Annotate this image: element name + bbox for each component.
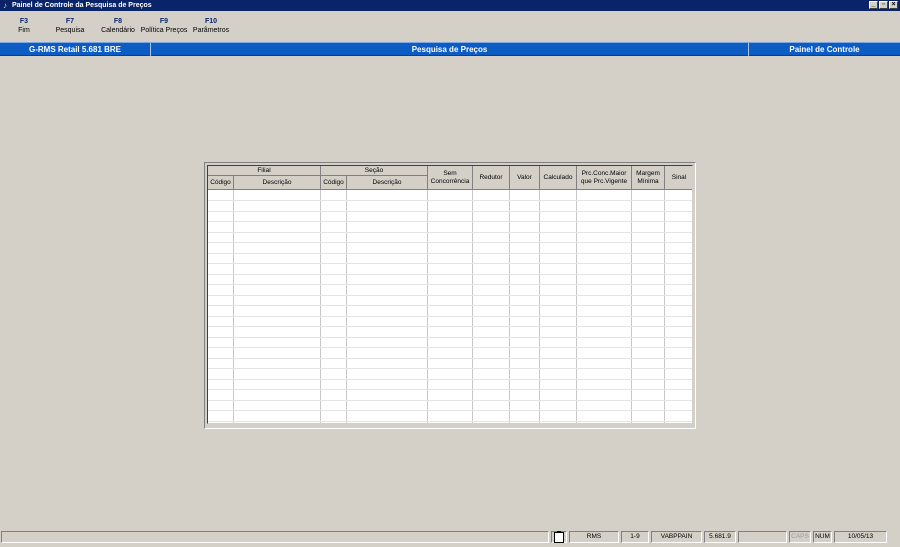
grid-row-line (208, 211, 692, 212)
f8-calendario-button[interactable]: F8 Calendário (97, 17, 139, 36)
fkey-label: Calendário (101, 27, 135, 34)
fkey-code: F7 (65, 18, 75, 25)
header-line: Prc.Conc.Maior (581, 169, 627, 177)
header-line: Margem (636, 169, 660, 177)
close-button[interactable]: × (889, 1, 898, 9)
price-research-grid: Filial Seção Código Descrição Código Des… (204, 162, 696, 429)
grid-row-line (208, 337, 692, 338)
column-header-calculado[interactable]: Calculado (540, 166, 577, 190)
header-line: Concorrência (430, 177, 470, 185)
group-header-filial: Filial (208, 166, 321, 176)
grid-row-line (208, 400, 692, 401)
grid-row-line (208, 389, 692, 390)
grid-row-line (208, 316, 692, 317)
grid-row-line (208, 347, 692, 348)
minimize-button[interactable]: _ (869, 1, 878, 9)
grid-row-line (208, 410, 692, 411)
function-key-toolbar: F3 Fim F7 Pesquisa F8 Calendário F9 Polí… (0, 14, 900, 40)
status-num: NUM (813, 531, 832, 543)
module-title: Painel de Controle (789, 45, 860, 54)
grid-row-line (208, 221, 692, 222)
grid-row-line (208, 305, 692, 306)
module-header: G-RMS Retail 5.681 BRE Pesquisa de Preço… (0, 42, 900, 56)
grid-row-line (208, 368, 692, 369)
status-caps: CAPS (789, 531, 811, 543)
column-header-margem-minima[interactable]: Margem Mínima (632, 166, 665, 190)
grid-row-line (208, 242, 692, 243)
restore-button[interactable]: ▫ (879, 1, 888, 9)
grid-row-line (208, 200, 692, 201)
column-header-valor[interactable]: Valor (510, 166, 540, 190)
fkey-code: F8 (113, 18, 123, 25)
status-range: 1-9 (621, 531, 649, 543)
system-version-label: G-RMS Retail 5.681 BRE (0, 43, 151, 56)
fkey-label: Fim (18, 27, 30, 34)
fkey-label: Política Preços (140, 27, 188, 34)
column-header-prc-conc-maior[interactable]: Prc.Conc.Maior que Prc.Vigente (577, 166, 632, 190)
grid-row-line (208, 253, 692, 254)
f9-politica-precos-button[interactable]: F9 Política Preços (140, 17, 188, 36)
column-header-secao-descricao[interactable]: Descrição (347, 176, 428, 190)
clipboard-icon[interactable] (551, 531, 567, 543)
grid-body[interactable]: Filial Seção Código Descrição Código Des… (207, 165, 693, 424)
status-program: VABPPAIN (651, 531, 702, 543)
fkey-label: Pesquisa (55, 27, 85, 34)
header-line: que Prc.Vigente (580, 177, 628, 185)
status-bar: RMS 1-9 VABPPAIN 5.681.9 CAPS NUM 10/05/… (0, 529, 900, 546)
grid-row-line (208, 232, 692, 233)
header-line: Mínima (637, 177, 659, 185)
fkey-code: F3 (19, 18, 29, 25)
status-date: 10/05/13 (834, 531, 887, 543)
fkey-code: F10 (204, 18, 218, 25)
status-system: RMS (569, 531, 619, 543)
title-bar: ♪ Painel de Controle da Pesquisa de Preç… (0, 0, 900, 11)
status-message-panel (1, 531, 549, 543)
column-header-redutor[interactable]: Redutor (473, 166, 510, 190)
grid-row-line (208, 274, 692, 275)
window-controls: _ ▫ × (868, 1, 898, 10)
column-header-filial-codigo[interactable]: Código (208, 176, 234, 190)
grid-header: Filial Seção Código Descrição Código Des… (208, 166, 692, 190)
grid-row-line (208, 263, 692, 264)
f10-parametros-button[interactable]: F10 Parâmetros (190, 17, 232, 36)
app-icon: ♪ (3, 1, 7, 10)
status-empty-panel (738, 531, 787, 543)
grid-row-line (208, 358, 692, 359)
grid-row-line (208, 379, 692, 380)
window-title: Painel de Controle da Pesquisa de Preços (12, 2, 152, 9)
column-header-sinal[interactable]: Sinal (665, 166, 692, 190)
grid-row-line (208, 326, 692, 327)
column-header-filial-descricao[interactable]: Descrição (234, 176, 321, 190)
group-header-secao: Seção (321, 166, 428, 176)
fkey-label: Parâmetros (192, 27, 230, 34)
screen-title: Pesquisa de Preços (151, 43, 749, 56)
column-header-secao-codigo[interactable]: Código (321, 176, 347, 190)
fkey-code: F9 (159, 18, 169, 25)
grid-row-line (208, 284, 692, 285)
header-line: Sem (443, 169, 457, 177)
status-version: 5.681.9 (704, 531, 736, 543)
f7-pesquisa-button[interactable]: F7 Pesquisa (52, 17, 88, 36)
column-header-sem-concorrencia[interactable]: Sem Concorrência (428, 166, 473, 190)
f3-fim-button[interactable]: F3 Fim (10, 17, 38, 36)
grid-row-line (208, 421, 692, 422)
grid-row-line (208, 295, 692, 296)
